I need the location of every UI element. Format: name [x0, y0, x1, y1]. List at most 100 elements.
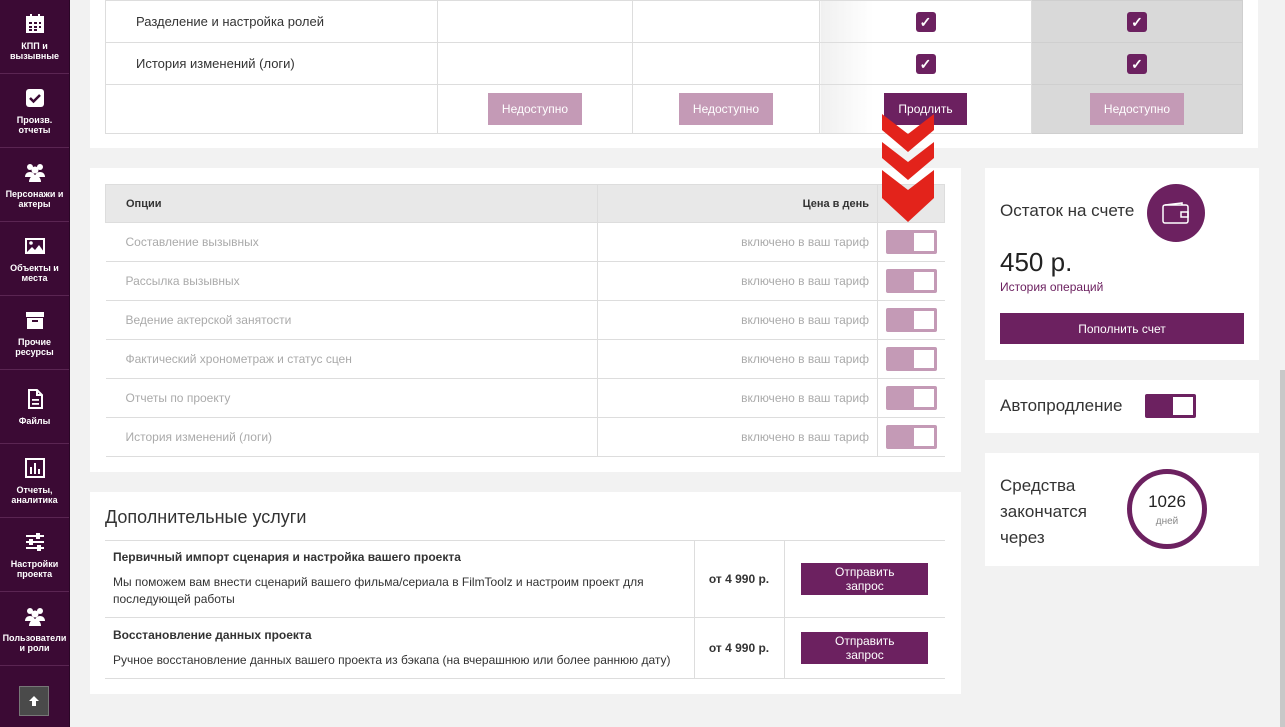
page-scrollbar[interactable] [1280, 370, 1285, 727]
option-toggle[interactable] [885, 347, 937, 371]
image-icon [24, 237, 45, 254]
table-row: История изменений (логи) включено в ваш … [105, 417, 945, 457]
sliders-icon [25, 532, 44, 551]
check-icon: ✓ [1127, 11, 1147, 32]
days-left-unit: дней [1155, 516, 1179, 527]
option-price: включено в ваш тариф [597, 339, 878, 379]
sidebar-item-kpp[interactable]: КПП и вызывные [0, 0, 69, 74]
days-left-value: 1026 [1148, 492, 1186, 511]
plan-cell: Недоступно [632, 84, 820, 134]
bar-chart-icon [24, 457, 45, 478]
table-row: Составление вызывных включено в ваш тари… [105, 222, 945, 262]
autorenew-label: Автопродление [1000, 396, 1123, 415]
sidebar-item-label: Файлы [18, 415, 51, 426]
option-name: Фактический хронометраж и статус сцен [105, 339, 598, 379]
toggle-cell [877, 300, 945, 340]
topup-button[interactable]: Пополнить счет [1000, 313, 1244, 344]
table-row: Разделение и настройка ролей ✓ ✓ [105, 0, 1243, 43]
services-card: Дополнительные услуги Первичный импорт с… [90, 492, 961, 694]
plan-cell: ✓ [819, 42, 1032, 85]
service-info: Первичный импорт сценария и настройка ва… [105, 540, 695, 618]
send-request-button[interactable]: Отправить запрос [801, 563, 929, 595]
service-name: Восстановление данных проекта [113, 627, 312, 642]
table-row: Первичный импорт сценария и настройка ва… [105, 540, 945, 618]
option-name: Ведение актерской занятости [105, 300, 598, 340]
toggle-cell [877, 417, 945, 457]
option-price: включено в ваш тариф [597, 300, 878, 340]
sidebar: КПП и вызывные Произв. отчеты Персонажи … [0, 0, 70, 727]
toggle-cell [877, 222, 945, 262]
option-price: включено в ваш тариф [597, 378, 878, 418]
scroll-up-button[interactable] [19, 686, 49, 716]
sidebar-item-characters[interactable]: Персонажи и актеры [0, 148, 69, 222]
sidebar-item-label: Отчеты, аналитика [11, 484, 58, 505]
plan-cell [632, 42, 820, 85]
option-name: Составление вызывных [105, 222, 598, 262]
plan-cell: Недоступно [1031, 84, 1243, 134]
unavailable-button[interactable]: Недоступно [1089, 93, 1185, 125]
sidebar-item-analytics[interactable]: Отчеты, аналитика [0, 444, 69, 518]
options-card: Опции Цена в день Составление вызывных в… [90, 168, 961, 472]
service-info: Восстановление данных проекта Ручное вос… [105, 617, 695, 679]
option-toggle[interactable] [885, 308, 937, 332]
service-action: Отправить запрос [784, 540, 945, 618]
autorenew-toggle[interactable] [1145, 394, 1196, 418]
column-header-options: Опции [105, 184, 598, 223]
option-name: История изменений (логи) [105, 417, 598, 457]
services-title: Дополнительные услуги [105, 507, 307, 527]
sidebar-item-reports[interactable]: Произв. отчеты [0, 74, 69, 148]
funds-card: Средства закончатся через 1026 дней [985, 453, 1259, 566]
sidebar-item-label: КПП и вызывные [9, 40, 60, 61]
arrow-up-icon [29, 696, 39, 706]
users-icon [24, 607, 45, 626]
table-row: История изменений (логи) ✓ ✓ [105, 42, 1243, 85]
balance-amount: 450 р. [1000, 247, 1073, 277]
plan-cell: ✓ [1031, 42, 1243, 85]
funds-label: Средства закончатся через [1000, 476, 1087, 547]
unavailable-button[interactable]: Недоступно [678, 93, 774, 125]
option-price: включено в ваш тариф [597, 261, 878, 301]
wallet-icon [1147, 184, 1205, 242]
service-price: от 4 990 р. [694, 540, 785, 618]
plan-cell: ✓ [819, 0, 1032, 43]
column-header-price: Цена в день [597, 184, 878, 223]
option-price: включено в ваш тариф [597, 417, 878, 457]
option-toggle[interactable] [885, 230, 937, 254]
chevron-down-icon [882, 114, 934, 222]
sidebar-item-label: Пользователи и роли [2, 632, 67, 653]
table-header: Опции Цена в день [105, 184, 945, 223]
toggle-cell [877, 378, 945, 418]
plan-cell [437, 42, 633, 85]
sidebar-item-users[interactable]: Пользователи и роли [0, 592, 69, 666]
operations-history-link[interactable]: История операций [1000, 280, 1103, 294]
option-name: Рассылка вызывных [105, 261, 598, 301]
option-toggle[interactable] [885, 386, 937, 410]
sidebar-item-settings[interactable]: Настройки проекта [0, 518, 69, 592]
balance-title: Остаток на счете [1000, 201, 1135, 220]
empty-cell [105, 84, 438, 134]
people-icon [24, 163, 45, 182]
autorenew-card: Автопродление [985, 380, 1259, 433]
toggle-cell [877, 339, 945, 379]
option-toggle[interactable] [885, 269, 937, 293]
option-toggle[interactable] [885, 425, 937, 449]
sidebar-item-files[interactable]: Файлы [0, 370, 69, 444]
plan-cell: ✓ [1031, 0, 1243, 43]
sidebar-item-label: Объекты и места [10, 262, 59, 283]
plan-cell [437, 0, 633, 43]
service-name: Первичный импорт сценария и настройка ва… [113, 550, 461, 564]
service-action: Отправить запрос [784, 617, 945, 679]
plans-table: Разделение и настройка ролей ✓ ✓ История… [105, 0, 1243, 134]
service-description: Мы поможем вам внести сценарий вашего фи… [113, 575, 644, 606]
send-request-button[interactable]: Отправить запрос [801, 632, 929, 664]
unavailable-button[interactable]: Недоступно [487, 93, 583, 125]
table-row: Рассылка вызывных включено в ваш тариф [105, 261, 945, 301]
sidebar-item-label: Настройки проекта [10, 558, 59, 579]
sidebar-item-resources[interactable]: Прочие ресурсы [0, 296, 69, 370]
sidebar-item-objects[interactable]: Объекты и места [0, 222, 69, 296]
plan-cell: Недоступно [437, 84, 633, 134]
service-description: Ручное восстановление данных вашего прое… [113, 652, 671, 667]
file-icon [27, 388, 43, 409]
feature-label: Разделение и настройка ролей [105, 0, 438, 43]
option-price: включено в ваш тариф [597, 222, 878, 262]
